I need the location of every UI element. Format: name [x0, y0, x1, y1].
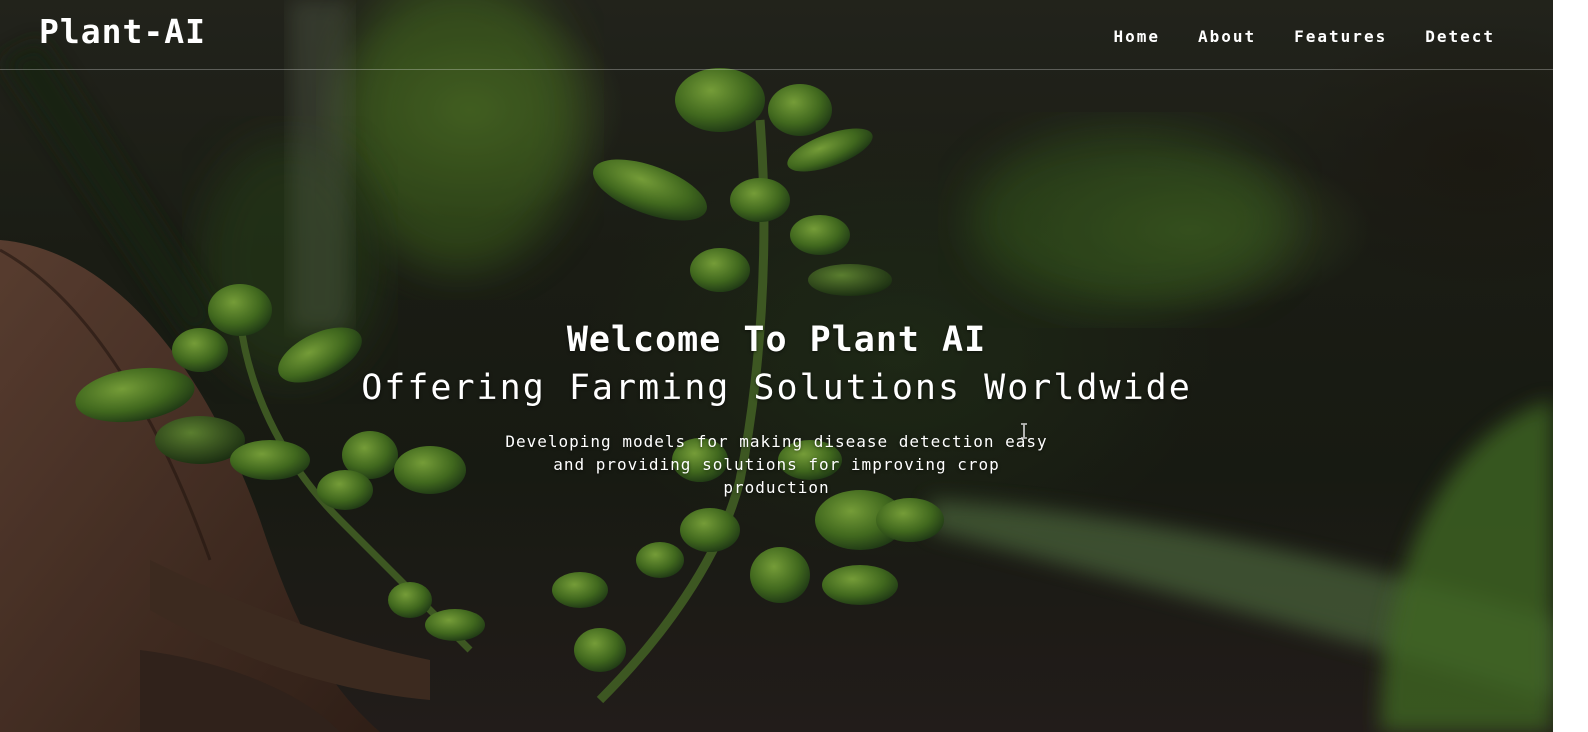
landing-page: Plant-AI Home About Features Detect Welc… [0, 0, 1588, 732]
nav-link-detect[interactable]: Detect [1425, 27, 1495, 46]
text-cursor-icon [1021, 423, 1027, 439]
hero-subtitle: Offering Farming Solutions Worldwide [361, 368, 1192, 408]
nav-link-home[interactable]: Home [1113, 27, 1160, 46]
nav-link-about[interactable]: About [1198, 27, 1256, 46]
nav-links: Home About Features Detect [1113, 27, 1495, 46]
hero-title: Welcome To Plant AI [566, 320, 987, 360]
hero-section: Welcome To Plant AI Offering Farming Sol… [0, 316, 1553, 499]
viewport-edge [1553, 0, 1588, 732]
nav-link-features[interactable]: Features [1294, 27, 1387, 46]
hero-description: Developing models for making disease det… [505, 432, 1048, 497]
brand-logo-link[interactable]: Plant-AI [39, 12, 206, 51]
navbar: Plant-AI Home About Features Detect [0, 0, 1553, 70]
